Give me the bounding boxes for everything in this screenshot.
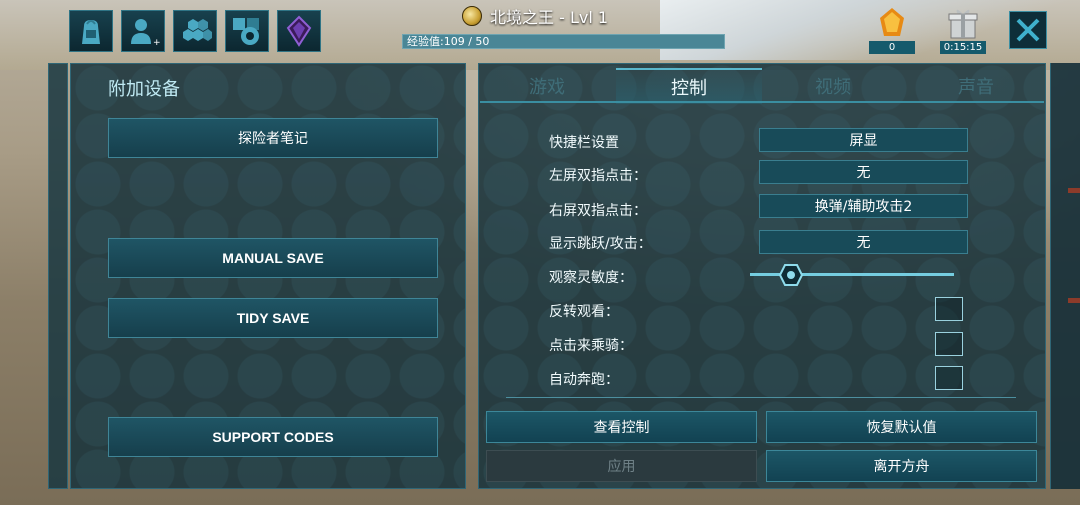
tap-to-ride-label: 点击来乘骑： — [549, 338, 633, 354]
left-double-tap-label: 左屏双指点击： — [549, 168, 647, 184]
tidy-save-button[interactable]: TIDY SAVE — [108, 298, 438, 338]
right-edge-marker — [1068, 298, 1080, 303]
xp-bar: 经验值:109 / 50 — [402, 34, 725, 49]
xp-text: 经验值:109 / 50 — [407, 35, 490, 48]
gift-timer-value: 0:15:15 — [940, 41, 986, 54]
extras-title: 附加设备 — [108, 79, 180, 100]
tab-underline — [480, 101, 1044, 103]
purple-crystal-icon[interactable] — [277, 10, 321, 52]
auto-run-label: 自动奔跑： — [549, 372, 619, 388]
invert-look-checkbox[interactable] — [935, 297, 963, 321]
tab-game[interactable]: 游戏 — [486, 68, 608, 104]
right-edge-strip — [1050, 63, 1080, 489]
slider-thumb[interactable] — [778, 264, 803, 286]
controls-divider — [506, 397, 1016, 398]
close-button[interactable] — [1009, 11, 1047, 49]
svg-text:+: + — [153, 38, 160, 48]
coin-icon — [462, 6, 482, 26]
auto-run-checkbox[interactable] — [935, 366, 963, 390]
player-title: 北境之王 - Lvl 1 — [462, 5, 608, 27]
hotbar-select[interactable]: 屏显 — [759, 128, 968, 152]
show-jump-attack-label: 显示跳跃/攻击： — [549, 236, 652, 252]
left-edge-strip — [48, 63, 68, 489]
settings-gear-icon[interactable] — [225, 10, 269, 52]
right-edge-marker — [1068, 188, 1080, 193]
support-codes-button[interactable]: SUPPORT CODES — [108, 417, 438, 457]
tab-controls[interactable]: 控制 — [616, 68, 762, 104]
look-sensitivity-label: 观察灵敏度： — [549, 270, 633, 286]
player-name-level: 北境之王 - Lvl 1 — [490, 8, 609, 27]
view-controls-button[interactable]: 查看控制 — [486, 411, 757, 443]
hexagons-icon[interactable] — [173, 10, 217, 52]
manual-save-button[interactable]: MANUAL SAVE — [108, 238, 438, 278]
right-double-tap-label: 右屏双指点击： — [549, 203, 647, 219]
amber-resource[interactable]: 0 — [868, 6, 916, 54]
gift-timer[interactable]: 0:15:15 — [939, 6, 987, 54]
amber-crystal-icon — [880, 8, 904, 36]
apply-button[interactable]: 应用 — [486, 450, 757, 482]
gift-box-icon — [948, 9, 978, 39]
tab-video[interactable]: 视频 — [770, 68, 896, 104]
hotbar-label: 快捷栏设置 — [549, 135, 619, 151]
right-double-tap-select[interactable]: 换弹/辅助攻击2 — [759, 194, 968, 218]
tap-to-ride-checkbox[interactable] — [935, 332, 963, 356]
restore-defaults-button[interactable]: 恢复默认值 — [766, 411, 1037, 443]
left-double-tap-select[interactable]: 无 — [759, 160, 968, 184]
close-x-icon — [1016, 18, 1040, 42]
show-jump-attack-select[interactable]: 无 — [759, 230, 968, 254]
invert-look-label: 反转观看： — [549, 304, 619, 320]
amber-count: 0 — [869, 41, 915, 54]
tab-audio[interactable]: 声音 — [908, 68, 1044, 104]
add-player-icon[interactable]: + — [121, 10, 165, 52]
explorer-notes-button[interactable]: 探险者笔记 — [108, 118, 438, 158]
leave-ark-button[interactable]: 离开方舟 — [766, 450, 1037, 482]
backpack-icon[interactable] — [69, 10, 113, 52]
